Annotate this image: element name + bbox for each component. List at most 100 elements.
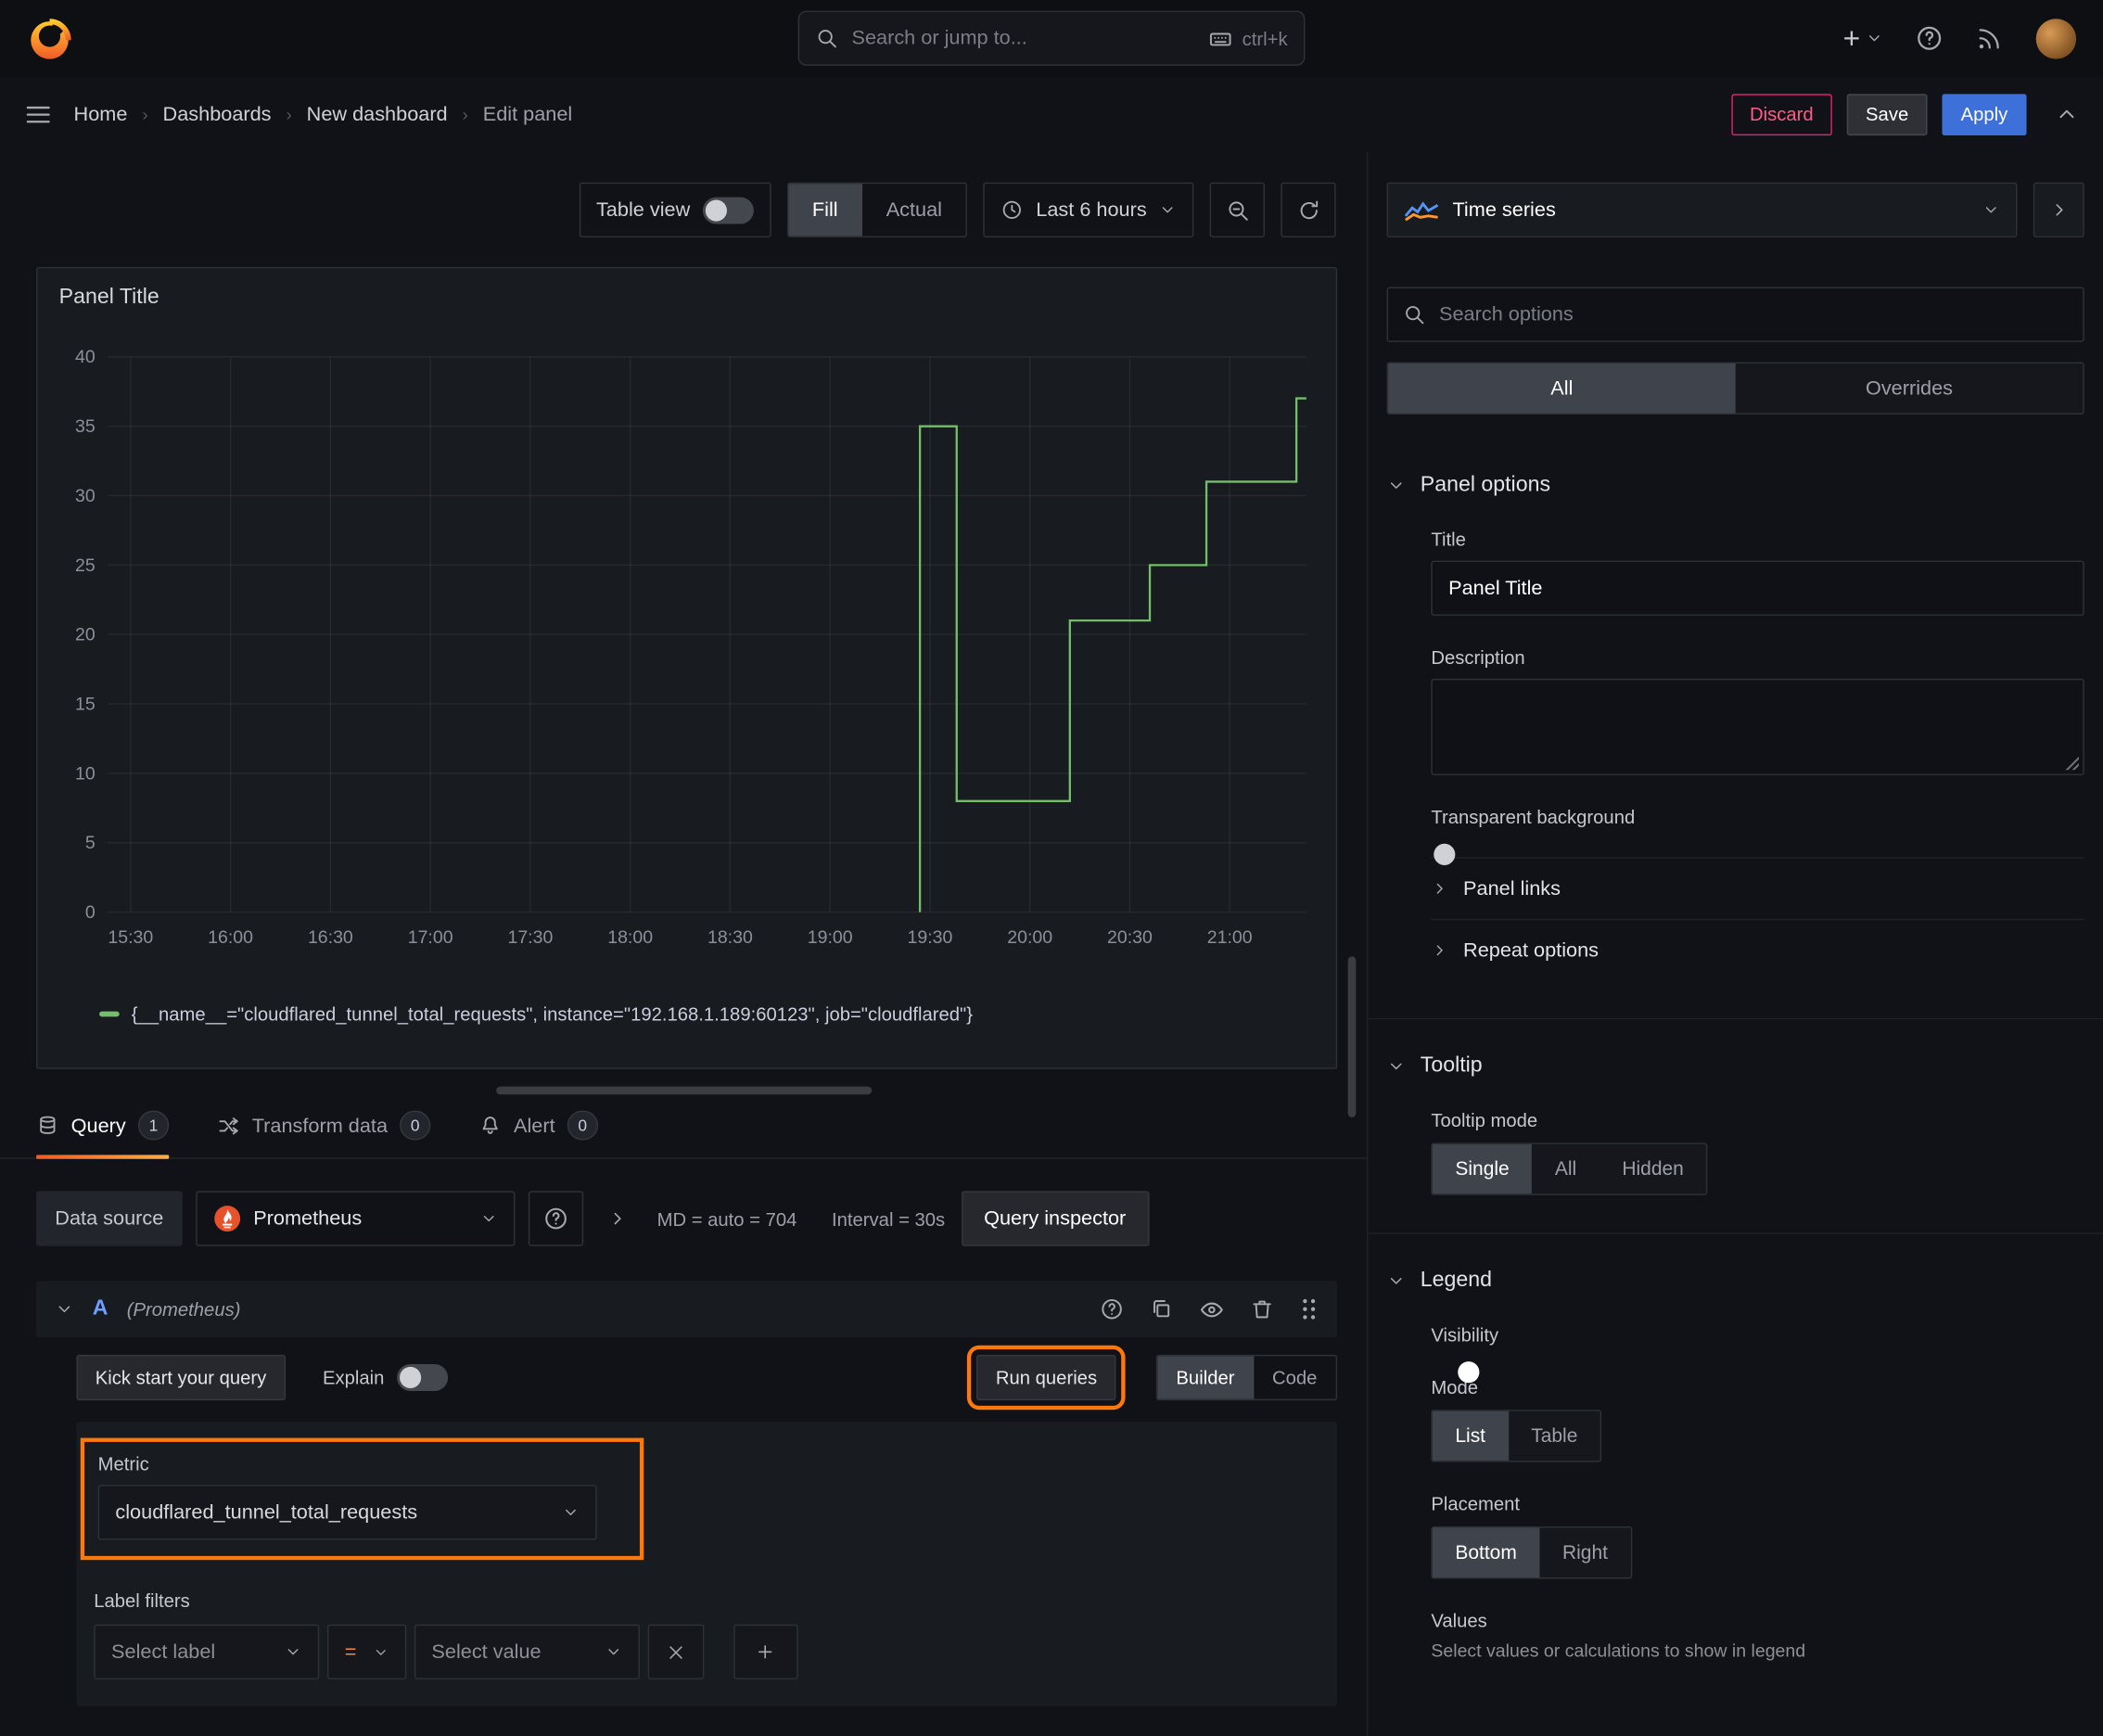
legend-mode-list[interactable]: List: [1432, 1410, 1509, 1462]
viz-type-picker[interactable]: Time series: [1386, 182, 2018, 238]
chevron-down-icon: [566, 1509, 576, 1515]
code-option[interactable]: Code: [1254, 1356, 1336, 1398]
legend-values-label: Values: [1431, 1609, 1487, 1631]
run-queries-button[interactable]: Run queries: [967, 1345, 1126, 1410]
datasource-help-button[interactable]: [528, 1191, 584, 1246]
panel-title-input[interactable]: [1431, 560, 2084, 616]
collapse-options-button[interactable]: [2055, 102, 2079, 126]
nav-bar: Home › Dashboards › New dashboard › Edit…: [0, 76, 2103, 151]
legend-header[interactable]: Legend: [1387, 1269, 2084, 1293]
zoom-out-button[interactable]: [1209, 182, 1265, 238]
menu-toggle-button[interactable]: [24, 100, 52, 128]
panel-links-row[interactable]: Panel links: [1431, 857, 2084, 919]
options-search-input[interactable]: [1439, 302, 2069, 326]
help-button[interactable]: [1916, 24, 1944, 52]
visibility-label: Visibility: [1431, 1323, 1499, 1346]
chevron-down-icon: [1390, 1063, 1402, 1070]
legend-placement-bottom[interactable]: Bottom: [1432, 1527, 1540, 1578]
time-range-label: Last 6 hours: [1036, 198, 1147, 222]
user-avatar[interactable]: [2035, 18, 2077, 58]
tooltip-mode-label: Tooltip mode: [1431, 1109, 1538, 1131]
metric-value: cloudflared_tunnel_total_requests: [115, 1500, 418, 1525]
chart-legend[interactable]: {__name__="cloudflared_tunnel_total_requ…: [99, 1003, 973, 1025]
tab-alert[interactable]: Alert 0: [478, 1110, 598, 1158]
apply-button[interactable]: Apply: [1942, 93, 2027, 135]
panel-options-body: Title Description Transparent background…: [1387, 529, 2084, 980]
datasource-picker[interactable]: Prometheus: [195, 1191, 516, 1246]
query-stats: MD = auto = 704 Interval = 30s: [657, 1208, 946, 1230]
save-button[interactable]: Save: [1846, 93, 1928, 135]
tab-transform-label: Transform data: [251, 1114, 389, 1137]
stat-interval: Interval = 30s: [832, 1207, 946, 1230]
vertical-scrollbar[interactable]: [1347, 956, 1357, 1117]
news-button[interactable]: [1976, 24, 2004, 52]
grafana-logo-icon[interactable]: [27, 16, 72, 61]
svg-text:20: 20: [75, 625, 96, 645]
tooltip-mode-group: Single All Hidden: [1431, 1142, 1708, 1195]
select-value-dropdown[interactable]: Select value: [414, 1624, 640, 1679]
tooltip-mode-hidden[interactable]: Hidden: [1600, 1144, 1707, 1194]
table-view-toggle-control[interactable]: Table view: [579, 182, 771, 238]
legend-mode-table[interactable]: Table: [1509, 1411, 1600, 1462]
tab-query[interactable]: Query 1: [36, 1110, 170, 1159]
query-collapse-button[interactable]: [55, 1300, 73, 1319]
datasource-row: Data source Prometheus MD = auto = 704 I…: [0, 1159, 1367, 1246]
description-textarea[interactable]: [1431, 678, 2084, 776]
refresh-button[interactable]: [1281, 182, 1336, 238]
time-range-picker[interactable]: Last 6 hours: [983, 182, 1194, 238]
options-search[interactable]: [1386, 287, 2084, 342]
section-divider: [1368, 1017, 2103, 1020]
table-view-toggle[interactable]: [702, 196, 754, 223]
remove-filter-button[interactable]: [647, 1624, 705, 1679]
query-ref-id[interactable]: A: [93, 1297, 108, 1321]
tab-overrides[interactable]: Overrides: [1736, 364, 2084, 414]
metric-select[interactable]: cloudflared_tunnel_total_requests: [97, 1485, 597, 1540]
operator-dropdown[interactable]: =: [326, 1624, 406, 1679]
chevron-up-icon: [2059, 109, 2074, 119]
global-search[interactable]: ctrl+k: [797, 10, 1306, 66]
tooltip-mode-all[interactable]: All: [1532, 1144, 1600, 1194]
metric-highlight-box: Metric cloudflared_tunnel_total_requests: [80, 1437, 644, 1561]
global-search-input[interactable]: [851, 26, 1195, 50]
transform-count-badge: 0: [400, 1110, 431, 1141]
breadcrumb-dashboards[interactable]: Dashboards: [163, 103, 272, 126]
add-filter-button[interactable]: [733, 1624, 798, 1679]
hide-query-button[interactable]: [1199, 1296, 1224, 1321]
legend-title: Legend: [1420, 1269, 1492, 1292]
stats-expand-button[interactable]: [607, 1208, 628, 1229]
delete-query-button[interactable]: [1250, 1297, 1274, 1321]
stat-md: MD = auto = 704: [656, 1207, 797, 1230]
query-inspector-button[interactable]: Query inspector: [961, 1191, 1149, 1246]
explain-toggle[interactable]: [396, 1364, 448, 1391]
tooltip-mode-single[interactable]: Single: [1432, 1143, 1533, 1194]
repeat-options-row[interactable]: Repeat options: [1431, 918, 2084, 981]
panel-title[interactable]: Panel Title: [38, 268, 1336, 327]
duplicate-query-button[interactable]: [1150, 1297, 1174, 1321]
builder-option[interactable]: Builder: [1157, 1356, 1254, 1399]
hamburger-icon: [26, 106, 50, 122]
datasource-label: Data source: [36, 1191, 183, 1246]
editor-tabs: Query 1 Transform data 0 Alert 0: [0, 1094, 1367, 1159]
tab-transform[interactable]: Transform data 0: [217, 1110, 431, 1158]
svg-text:19:30: 19:30: [908, 927, 953, 948]
query-help-button[interactable]: [1100, 1297, 1124, 1321]
datasource-name: Prometheus: [253, 1206, 363, 1231]
discard-button[interactable]: Discard: [1730, 93, 1832, 135]
panel-options-header[interactable]: Panel options: [1387, 474, 2084, 498]
tooltip-header[interactable]: Tooltip: [1387, 1054, 2084, 1079]
svg-text:21:00: 21:00: [1207, 927, 1253, 948]
viz-suggestions-button[interactable]: [2033, 182, 2084, 238]
add-menu-button[interactable]: +: [1843, 23, 1883, 53]
select-label-dropdown[interactable]: Select label: [94, 1624, 320, 1679]
breadcrumb-home[interactable]: Home: [74, 103, 128, 126]
legend-placement-right[interactable]: Right: [1539, 1527, 1630, 1577]
breadcrumb-separator: ›: [286, 104, 292, 124]
svg-text:20:00: 20:00: [1007, 927, 1052, 948]
actual-option[interactable]: Actual: [862, 184, 966, 236]
kickstart-query-button[interactable]: Kick start your query: [76, 1354, 286, 1401]
drag-query-handle[interactable]: [1300, 1297, 1319, 1321]
tab-all[interactable]: All: [1388, 363, 1736, 414]
breadcrumb-new-dashboard[interactable]: New dashboard: [307, 103, 448, 126]
fill-option[interactable]: Fill: [787, 184, 862, 236]
panel-resize-handle[interactable]: [495, 1086, 872, 1095]
